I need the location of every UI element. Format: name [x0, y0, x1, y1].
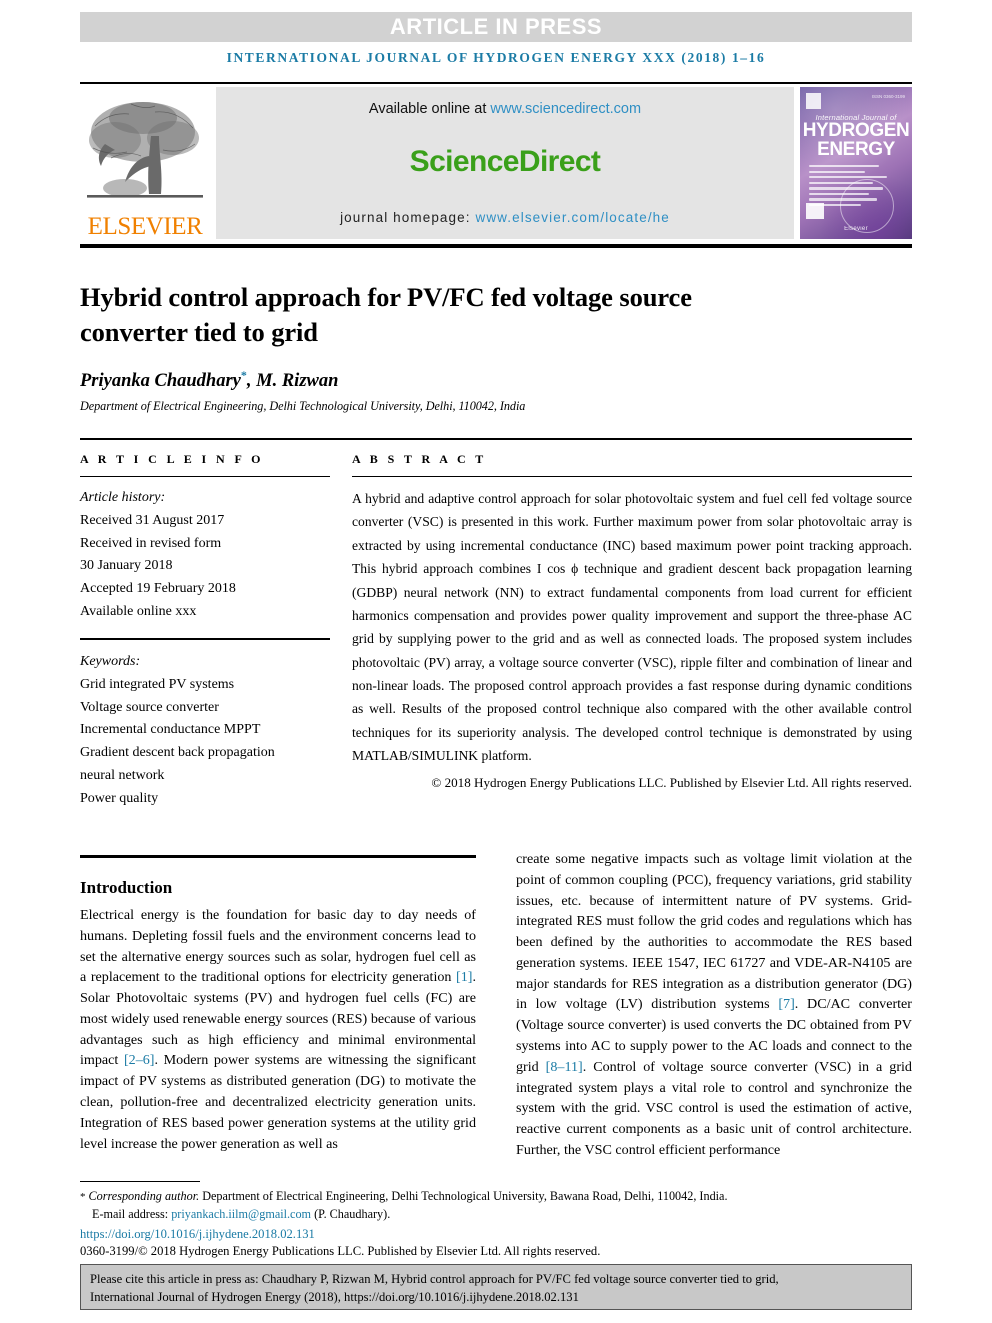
- issn-copyright-line: 0360-3199/© 2018 Hydrogen Energy Publica…: [80, 1244, 601, 1258]
- elsevier-wordmark: ELSEVIER: [87, 212, 203, 240]
- cover-publisher-mark-icon: [806, 93, 821, 109]
- email-label: E-mail address:: [92, 1206, 172, 1221]
- history-item: Received 31 August 2017: [80, 512, 225, 528]
- keyword-item: Grid integrated PV systems: [80, 676, 235, 692]
- keywords-divider: [80, 637, 330, 640]
- abstract-heading: A B S T R A C T: [352, 452, 487, 466]
- journal-masthead: ELSEVIER Available online at www.science…: [80, 82, 912, 248]
- cite-line-1: Please cite this article in press as: Ch…: [90, 1272, 779, 1286]
- introduction-heading: Introduction: [80, 878, 173, 898]
- article-info-heading: A R T I C L E I N F O: [80, 452, 264, 466]
- email-owner: (P. Chaudhary).: [311, 1206, 391, 1221]
- introduction-left-column: Electrical energy is the foundation for …: [80, 905, 476, 1154]
- cite-this-article-box: Please cite this article in press as: Ch…: [80, 1264, 912, 1310]
- corresponding-author-label: Corresponding author.: [88, 1189, 200, 1203]
- author-email-link[interactable]: priyankach.iilm@gmail.com: [171, 1207, 311, 1221]
- article-in-press-banner: ARTICLE IN PRESS: [80, 12, 912, 42]
- footnote-star-marker: *: [80, 1191, 86, 1203]
- journal-cover-thumbnail: ISSN 0360-3199 International Journal of …: [800, 87, 912, 239]
- available-online-prefix: Available online at: [368, 101, 491, 117]
- journal-running-head: INTERNATIONAL JOURNAL OF HYDROGEN ENERGY…: [226, 50, 766, 65]
- keyword-item: Power quality: [80, 790, 159, 806]
- citation-ref-4[interactable]: [8–11]: [546, 1059, 583, 1075]
- introduction-divider: [80, 855, 476, 858]
- cover-title-line2: HYDROGEN: [802, 120, 910, 141]
- history-item: Available online xxx: [80, 604, 197, 620]
- doi-line[interactable]: https://doi.org/10.1016/j.ijhydene.2018.…: [80, 1227, 315, 1242]
- corresponding-author-address: Department of Electrical Engineering, De…: [199, 1189, 728, 1203]
- introduction-right-column: create some negative impacts such as vol…: [516, 849, 912, 1161]
- article-in-press-label: ARTICLE IN PRESS: [389, 14, 603, 39]
- sciencedirect-wordmark: ScienceDirect: [409, 144, 601, 178]
- doi-link[interactable]: https://doi.org/10.1016/j.ijhydene.2018.…: [80, 1227, 315, 1241]
- article-info-rule: [80, 476, 330, 477]
- author-affiliation: Department of Electrical Engineering, De…: [80, 399, 526, 413]
- keyword-item: neural network: [80, 767, 165, 783]
- sciencedirect-panel: Available online at www.sciencedirect.co…: [216, 87, 794, 239]
- author-secondary: , M. Rizwan: [246, 371, 339, 392]
- elsevier-tree-icon: [85, 96, 205, 214]
- keywords-label: Keywords:: [80, 653, 141, 669]
- abstract-rule: [352, 476, 912, 477]
- elsevier-logo: ELSEVIER: [80, 86, 210, 241]
- intro-right-part1: create some negative impacts such as vol…: [516, 851, 912, 1013]
- history-item: 30 January 2018: [80, 558, 173, 574]
- history-item: Accepted 19 February 2018: [80, 581, 236, 597]
- cover-publisher-name: Elsevier: [844, 226, 868, 232]
- info-section-divider: [80, 438, 912, 440]
- cover-title-line3: ENERGY: [817, 139, 895, 160]
- article-info-section: A R T I C L E I N F O Article history: R…: [80, 452, 330, 811]
- corresponding-author-footnote: * Corresponding author. Department of El…: [80, 1188, 912, 1224]
- sciencedirect-url-link[interactable]: www.sciencedirect.com: [490, 101, 641, 117]
- intro-text-part1: Electrical energy is the foundation for …: [80, 907, 476, 986]
- citation-ref-2[interactable]: [2–6]: [124, 1052, 155, 1068]
- keyword-item: Gradient descent back propagation: [80, 745, 275, 761]
- cover-issn-code: ISSN 0360-3199: [871, 94, 905, 99]
- keywords-block: Keywords: Grid integrated PV systems Vol…: [80, 651, 330, 811]
- author-primary: Priyanka Chaudhary: [80, 371, 241, 392]
- abstract-copyright: © 2018 Hydrogen Energy Publications LLC.…: [431, 774, 912, 790]
- citation-ref-1[interactable]: [1]: [456, 969, 472, 985]
- article-history-label: Article history:: [80, 490, 166, 505]
- cite-line-2: International Journal of Hydrogen Energy…: [90, 1289, 579, 1304]
- abstract-body: A hybrid and adaptive control approach f…: [352, 491, 912, 764]
- article-page: ARTICLE IN PRESS INTERNATIONAL JOURNAL O…: [0, 0, 992, 1323]
- available-online-line: Available online at www.sciencedirect.co…: [369, 101, 641, 117]
- author-list: Priyanka Chaudhary*, M. Rizwan: [80, 368, 338, 392]
- footnote-divider: [80, 1181, 200, 1182]
- keyword-item: Incremental conductance MPPT: [80, 722, 261, 738]
- journal-homepage-link[interactable]: www.elsevier.com/locate/he: [475, 210, 669, 225]
- citation-ref-3[interactable]: [7]: [778, 996, 794, 1012]
- journal-homepage-prefix: journal homepage:: [340, 210, 476, 225]
- abstract-section: A B S T R A C T A hybrid and adaptive co…: [352, 452, 912, 794]
- page-title: Hybrid control approach for PV/FC fed vo…: [80, 281, 692, 347]
- keyword-item: Voltage source converter: [80, 699, 219, 715]
- article-history-block: Article history: Received 31 August 2017…: [80, 487, 330, 624]
- cover-society-mark-icon: [806, 203, 824, 219]
- history-item: Received in revised form: [80, 535, 222, 551]
- journal-homepage-line: journal homepage: www.elsevier.com/locat…: [340, 210, 670, 225]
